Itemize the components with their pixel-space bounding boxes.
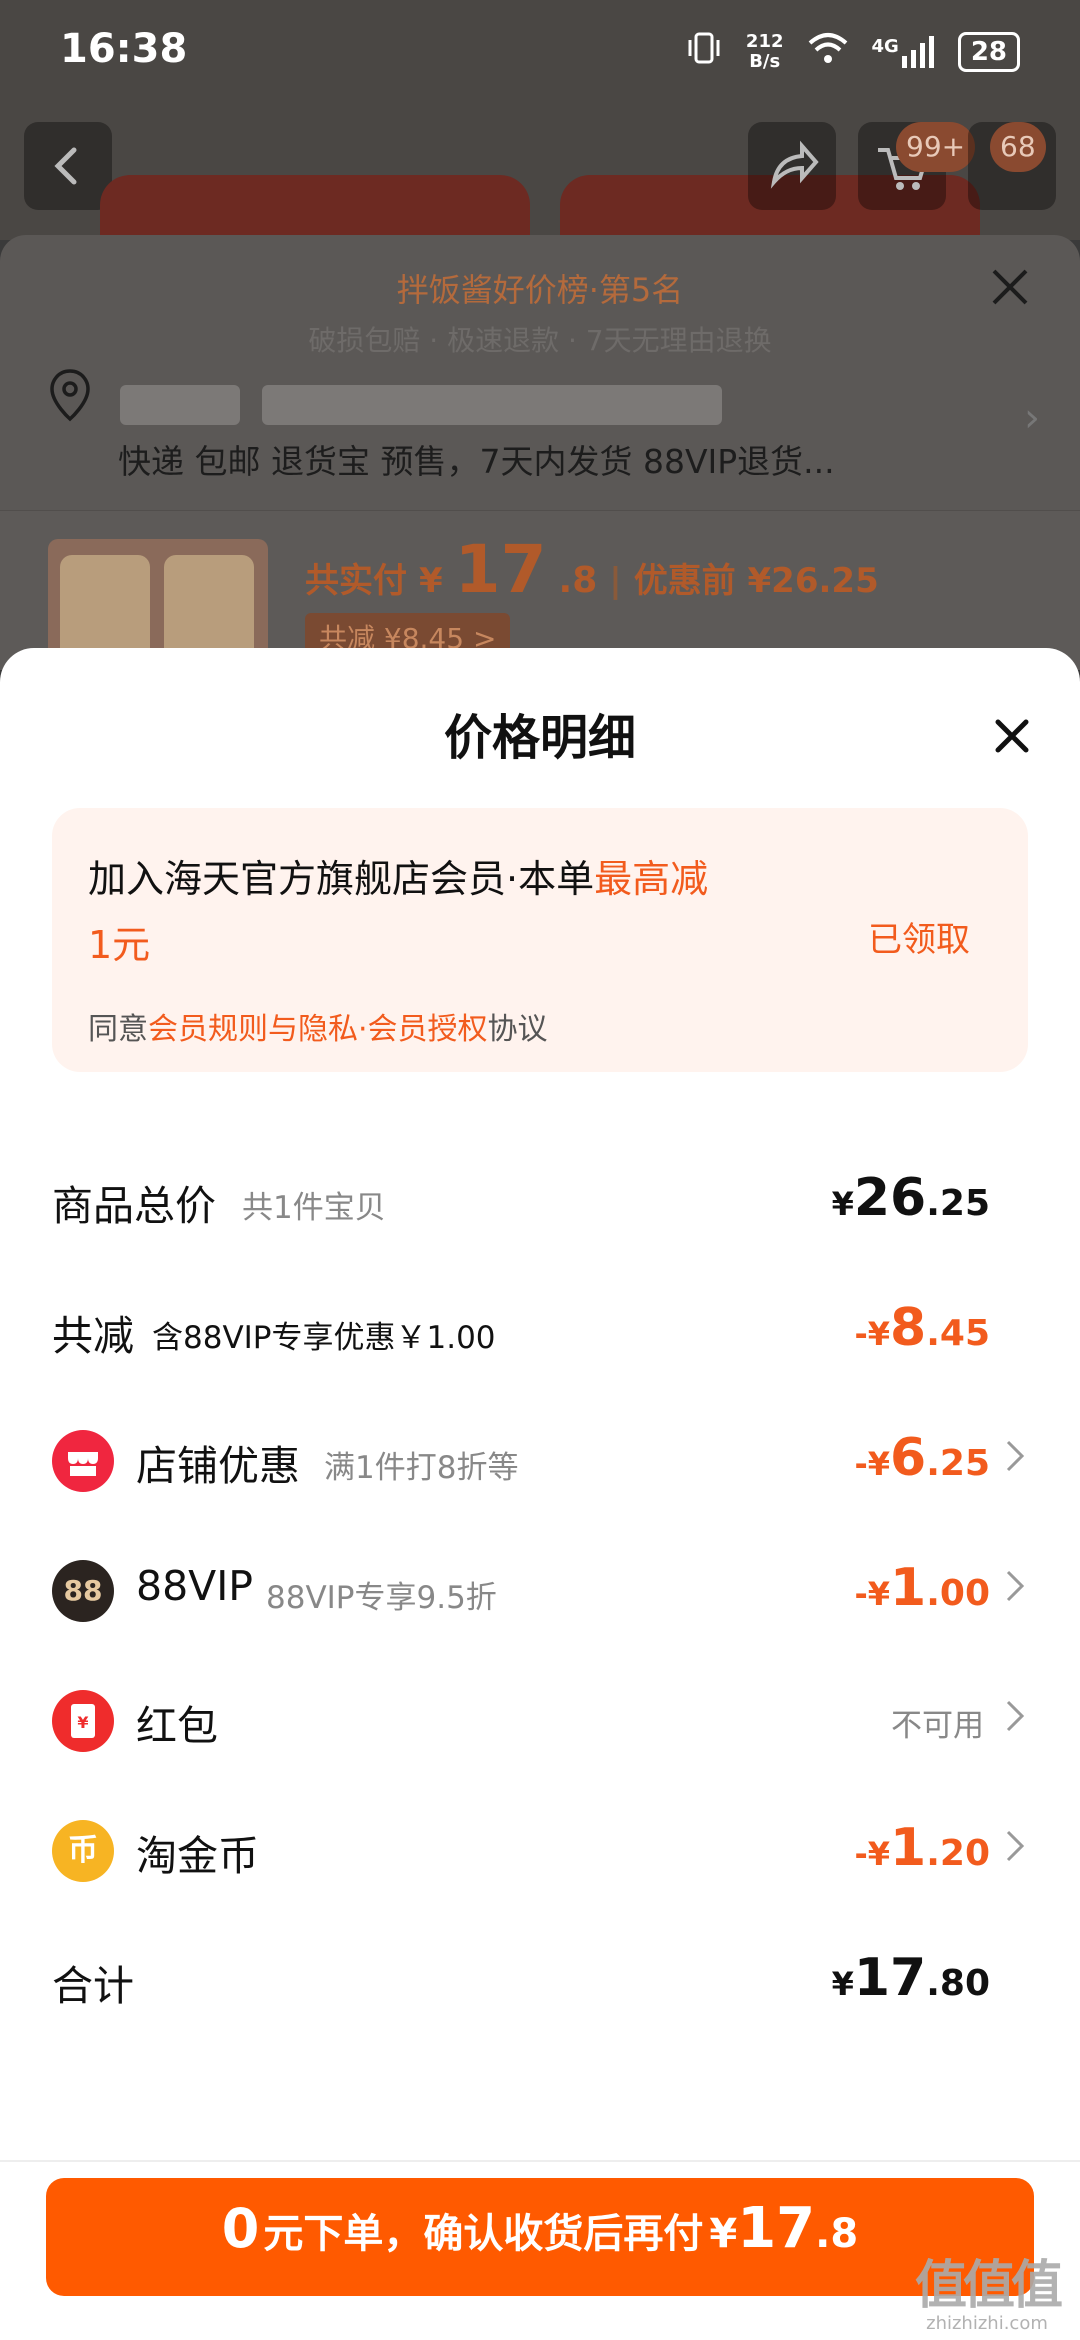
address-name-blurred [120, 385, 240, 425]
location-pin-icon [50, 367, 90, 427]
status-time: 16:38 [60, 26, 188, 72]
row-shop-discount[interactable]: 店铺优惠 满1件打8折等 -¥ 6.25 [52, 1420, 1028, 1500]
row-note: 含88VIP专享优惠￥1.00 [152, 1320, 496, 1356]
row-note: 88VIP专享9.5折 [266, 1580, 497, 1616]
row-goods-total: 商品总价 共1件宝贝 ¥26.25 [52, 1160, 1028, 1240]
rank-banner[interactable]: 拌饭酱好价榜·第5名 [0, 265, 1080, 311]
member-offer-text: 加入海天官方旗舰店会员·本单最高减1元 [88, 857, 709, 967]
row-total-reduce: 共减 含88VIP专享优惠￥1.00 -¥ 8.45 [52, 1290, 1028, 1370]
status-bar: 16:38 212 B/s 4G 28 [0, 0, 1080, 100]
row-red-packet[interactable]: ¥ 红包 不可用 [52, 1680, 1028, 1760]
row-value: ¥26.25 [831, 1168, 990, 1228]
wifi-icon [806, 31, 850, 72]
shipping-info: 快递 包邮 退货宝 预售，7天内发货 88VIP退货... [118, 442, 835, 481]
vibrate-icon [684, 30, 724, 73]
row-value: -¥ 6.25 [854, 1428, 990, 1488]
signal-icon: 4G [872, 35, 936, 68]
member-agreement: 同意会员规则与隐私·会员授权协议 [88, 1012, 548, 1047]
chevron-right-icon[interactable] [1004, 1434, 1028, 1478]
price-detail-modal: 价格明细 加入海天官方旗舰店会员·本单最高减1元 已领取 同意会员规则与隐私·会… [0, 648, 1080, 2340]
row-note: 共1件宝贝 [242, 1190, 386, 1226]
coin-icon: 币 [52, 1820, 114, 1882]
row-sum: 合计 ¥17.80 [52, 1940, 1028, 2020]
chevron-right-icon[interactable] [1004, 1824, 1028, 1868]
row-title: 淘金币 [136, 1832, 259, 1880]
back-button[interactable] [24, 122, 112, 210]
shop-icon [52, 1430, 114, 1492]
chevron-right-icon[interactable]: › [1024, 395, 1040, 441]
member-card: 加入海天官方旗舰店会员·本单最高减1元 已领取 同意会员规则与隐私·会员授权协议 [52, 808, 1028, 1072]
row-value: -¥ 8.45 [854, 1298, 990, 1358]
watermark-logo: 值值值 zhizhizhi.com [914, 2256, 1063, 2334]
submit-order-button[interactable]: 0 元下单，确认收货后再付 ¥ 17 .8 [46, 2178, 1034, 2296]
row-title: 共减 [52, 1312, 134, 1360]
divider [0, 2160, 1080, 2162]
row-title: 88VIP [136, 1562, 254, 1610]
status-icons: 212 B/s 4G 28 [684, 30, 1020, 73]
row-title: 合计 [52, 1962, 134, 2010]
modal-title: 价格明细 [443, 710, 636, 766]
row-note: 满1件打8折等 [324, 1450, 519, 1486]
chevron-right-icon[interactable] [1004, 1564, 1028, 1608]
red-packet-icon: ¥ [52, 1690, 114, 1752]
address-detail-blurred [262, 385, 722, 425]
row-88vip[interactable]: 88 88VIP 88VIP专享9.5折 -¥ 1.00 [52, 1550, 1028, 1630]
row-value: ¥17.80 [831, 1948, 990, 2008]
close-icon[interactable] [988, 263, 1032, 321]
row-value: -¥ 1.20 [854, 1818, 990, 1878]
claimed-button[interactable]: 已领取 [868, 912, 970, 961]
row-title: 红包 [136, 1702, 218, 1750]
battery-indicator: 28 [957, 31, 1020, 72]
svg-text:¥: ¥ [77, 1713, 88, 1732]
net-speed: 212 B/s [745, 30, 784, 72]
message-count-badge: 68 [990, 122, 1046, 172]
row-value: -¥ 1.00 [854, 1558, 990, 1618]
row-value: 不可用 [891, 1708, 984, 1744]
close-icon[interactable] [984, 708, 1040, 764]
chevron-right-icon[interactable] [1004, 1694, 1028, 1738]
row-taojinbi[interactable]: 币 淘金币 -¥ 1.20 [52, 1810, 1028, 1890]
row-title: 店铺优惠 [136, 1442, 300, 1490]
product-jar-image [100, 175, 530, 240]
88vip-icon: 88 [52, 1560, 114, 1622]
service-guarantee: 破损包赔 · 极速退款 · 7天无理由退换 [308, 324, 772, 357]
actual-price: 共实付 ¥ 17 .8 | 优惠前 ¥26.25 [305, 531, 879, 608]
product-summary: 共实付 ¥ 17 .8 | 优惠前 ¥26.25 共减 ¥8.45 > [0, 510, 1080, 679]
share-button[interactable] [748, 122, 836, 210]
member-rules-link[interactable]: 会员规则与隐私·会员授权 [148, 1012, 488, 1047]
cart-count-badge: 99+ [896, 122, 976, 172]
row-title: 商品总价 [52, 1182, 216, 1230]
